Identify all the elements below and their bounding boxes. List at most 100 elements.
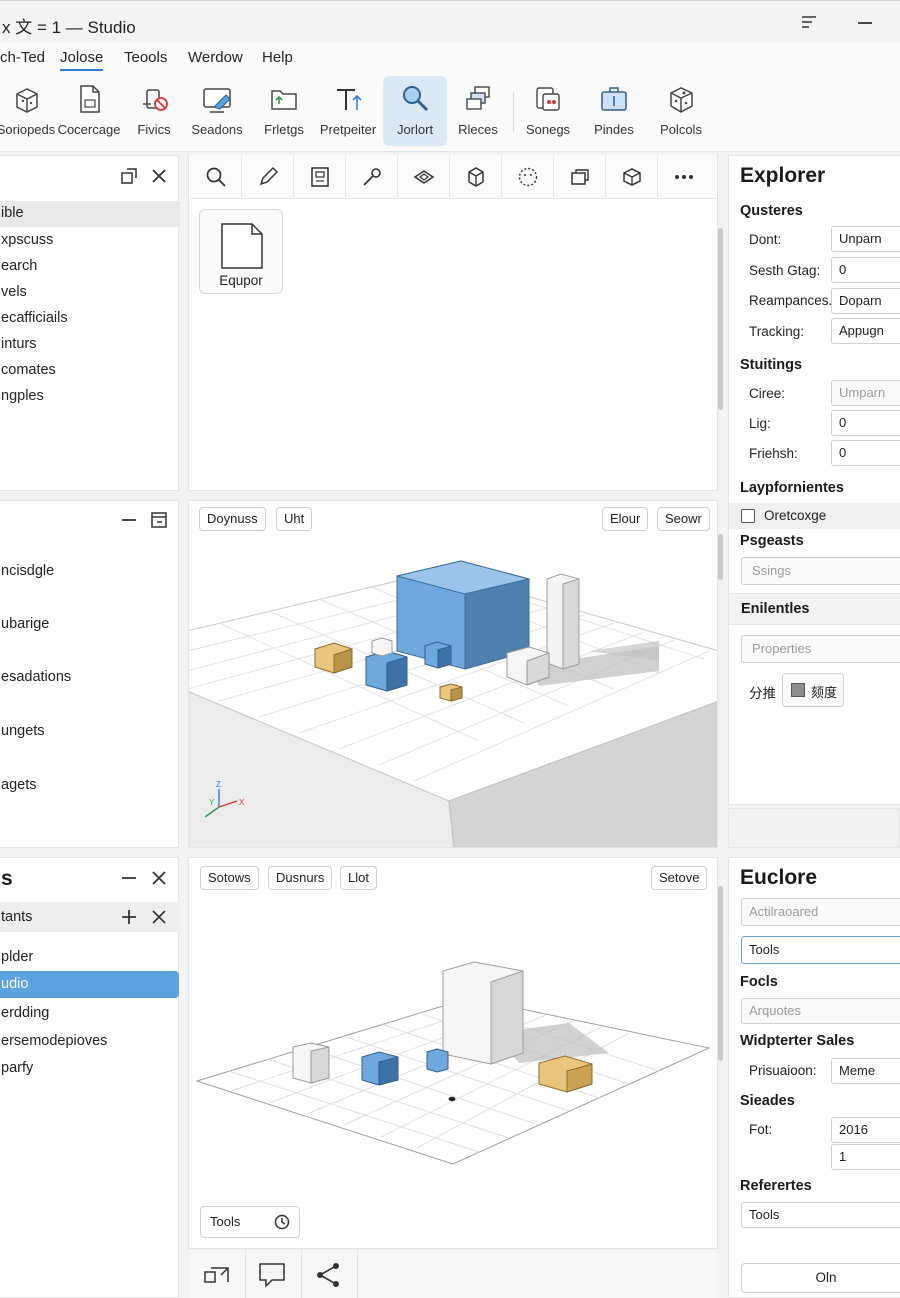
box-tool-button[interactable] [606, 155, 658, 199]
viewport-chip[interactable]: Setove [651, 866, 708, 890]
add-icon[interactable] [120, 908, 138, 926]
property-field[interactable]: 0 [831, 410, 900, 436]
list-item[interactable]: erdding [0, 1005, 49, 1021]
list-item[interactable]: ngples [0, 388, 44, 404]
list-item[interactable]: ncisdgle [0, 563, 54, 579]
more-button[interactable] [658, 155, 710, 199]
search-tool-button[interactable] [190, 155, 242, 199]
referertes-field[interactable]: Tools [741, 1202, 900, 1228]
close-icon[interactable] [150, 167, 168, 185]
ribbon-button-pretpeiter[interactable]: Pretpeiter [316, 76, 380, 146]
viewport-chip[interactable]: Sotows [200, 866, 259, 890]
properties-field[interactable]: Properties [741, 635, 900, 663]
checkbox[interactable] [741, 509, 755, 523]
property-field[interactable]: 2016 [831, 1117, 900, 1143]
euclore-field[interactable]: Actilraoared [741, 898, 900, 926]
property-field[interactable]: Unparn [831, 226, 900, 252]
ok-button[interactable]: Oln [741, 1263, 900, 1293]
swatch-icon [791, 683, 805, 697]
scrollbar[interactable] [718, 228, 723, 410]
expand-button[interactable] [190, 1250, 246, 1298]
viewport-chip[interactable]: Doynuss [199, 507, 266, 531]
list-item[interactable]: inturs [0, 336, 36, 352]
popout-icon[interactable] [120, 167, 138, 185]
list-item[interactable]: comates [0, 362, 56, 378]
ribbon-button-jorlort[interactable]: Jorlort [383, 76, 447, 146]
pencil-tool-button[interactable] [242, 155, 294, 199]
ribbon-button-frletgs[interactable]: Frletgs [252, 76, 316, 146]
menu-item-jolose[interactable]: Jolose [60, 49, 104, 71]
viewport-chip[interactable]: Seowr [657, 507, 710, 531]
ribbon-button-sorioreds[interactable]: Soriореds [0, 76, 58, 146]
viewport-3d-secondary[interactable] [188, 857, 718, 1249]
ribbon-button-cocercage[interactable]: Cocercage [57, 76, 121, 146]
menu-item-file[interactable]: ch-Ted [0, 49, 45, 66]
list-item[interactable]: earch [0, 258, 37, 274]
scrollbar[interactable] [718, 534, 723, 580]
physics-icon [137, 82, 171, 116]
list-item[interactable]: ecafficiails [0, 310, 68, 326]
property-field[interactable]: 0 [831, 440, 900, 466]
list-item[interactable]: ersemodepioves [0, 1033, 107, 1049]
asset-tile[interactable]: Equpor [199, 209, 283, 294]
ribbon-button-polcols[interactable]: Polcols [649, 76, 713, 146]
psgeasts-field[interactable]: Ssings [741, 557, 900, 585]
comment-button[interactable] [246, 1250, 302, 1298]
viewport-3d-main[interactable]: Z Y X [188, 500, 718, 848]
checkbox-row[interactable]: Oretcoxge [729, 503, 900, 529]
frame-tool-button[interactable] [294, 155, 346, 199]
tools-dropdown[interactable]: Tools [200, 1206, 300, 1238]
ribbon-button-pindes[interactable]: Pindes [582, 76, 646, 146]
ribbon-button-rleces[interactable]: Rleces [446, 76, 510, 146]
share-button[interactable] [302, 1250, 358, 1298]
viewport-chip[interactable]: Elour [602, 507, 649, 531]
list-item[interactable]: ible [0, 201, 180, 227]
list-item-selected[interactable]: udio [0, 971, 179, 998]
export-tool-button[interactable] [554, 155, 606, 199]
layer-tool-button[interactable] [398, 155, 450, 199]
viewport-chip[interactable]: Uht [276, 507, 313, 531]
color-swatch-button[interactable]: 颏度 [782, 673, 844, 707]
ribbon-button-seadons[interactable]: Seadons [185, 76, 249, 146]
close-icon[interactable] [150, 869, 168, 887]
ribbon-button-sonegs[interactable]: Sonegs [516, 76, 580, 146]
property-label: Prisuaioon: [749, 1063, 817, 1078]
property-label: Ciree: [749, 386, 786, 401]
menu-item-tools[interactable]: Teools [124, 49, 167, 66]
menu-item-window[interactable]: Werdow [188, 49, 243, 66]
property-field[interactable]: 1 [831, 1144, 900, 1170]
folder-icon [267, 82, 301, 116]
wand-tool-button[interactable] [346, 155, 398, 199]
cube-tool-button[interactable] [450, 155, 502, 199]
property-field[interactable]: Meme [831, 1058, 900, 1084]
property-field[interactable]: Umparn [831, 380, 900, 406]
layer-icon [413, 170, 434, 184]
menu-item-help[interactable]: Help [262, 49, 293, 66]
list-item[interactable]: plder [0, 949, 33, 965]
property-field[interactable]: Appugn [831, 318, 900, 344]
box-icon [664, 82, 698, 116]
list-item[interactable]: parfy [0, 1060, 33, 1076]
minimize-icon[interactable] [120, 511, 138, 529]
property-field[interactable]: 0 [831, 257, 900, 283]
list-item[interactable]: xpscuss [0, 232, 53, 248]
close-icon[interactable] [150, 908, 168, 926]
list-item[interactable]: esadations [0, 669, 71, 685]
list-item[interactable]: vels [0, 284, 27, 300]
viewport-chip[interactable]: Dusnurs [268, 866, 333, 890]
euclore-field[interactable]: Arquotes [741, 998, 900, 1024]
scrollbar[interactable] [718, 886, 723, 1061]
euclore-tools-field[interactable]: Tools [741, 936, 900, 964]
ribbon-button-fivics[interactable]: Fivics [122, 76, 186, 146]
list-item[interactable]: ungets [0, 723, 45, 739]
property-field[interactable]: Doparn [831, 288, 900, 314]
tool-strip [190, 155, 716, 199]
viewport-chip[interactable]: Llot [340, 866, 377, 890]
minimize-icon[interactable] [120, 869, 138, 887]
list-item[interactable]: agets [0, 777, 36, 793]
list-item[interactable]: ubarige [0, 616, 49, 632]
dock-icon[interactable] [150, 511, 168, 529]
minimize-icon[interactable] [856, 13, 874, 31]
smile-tool-button[interactable] [502, 155, 554, 199]
menu-lines-icon[interactable] [800, 13, 818, 31]
